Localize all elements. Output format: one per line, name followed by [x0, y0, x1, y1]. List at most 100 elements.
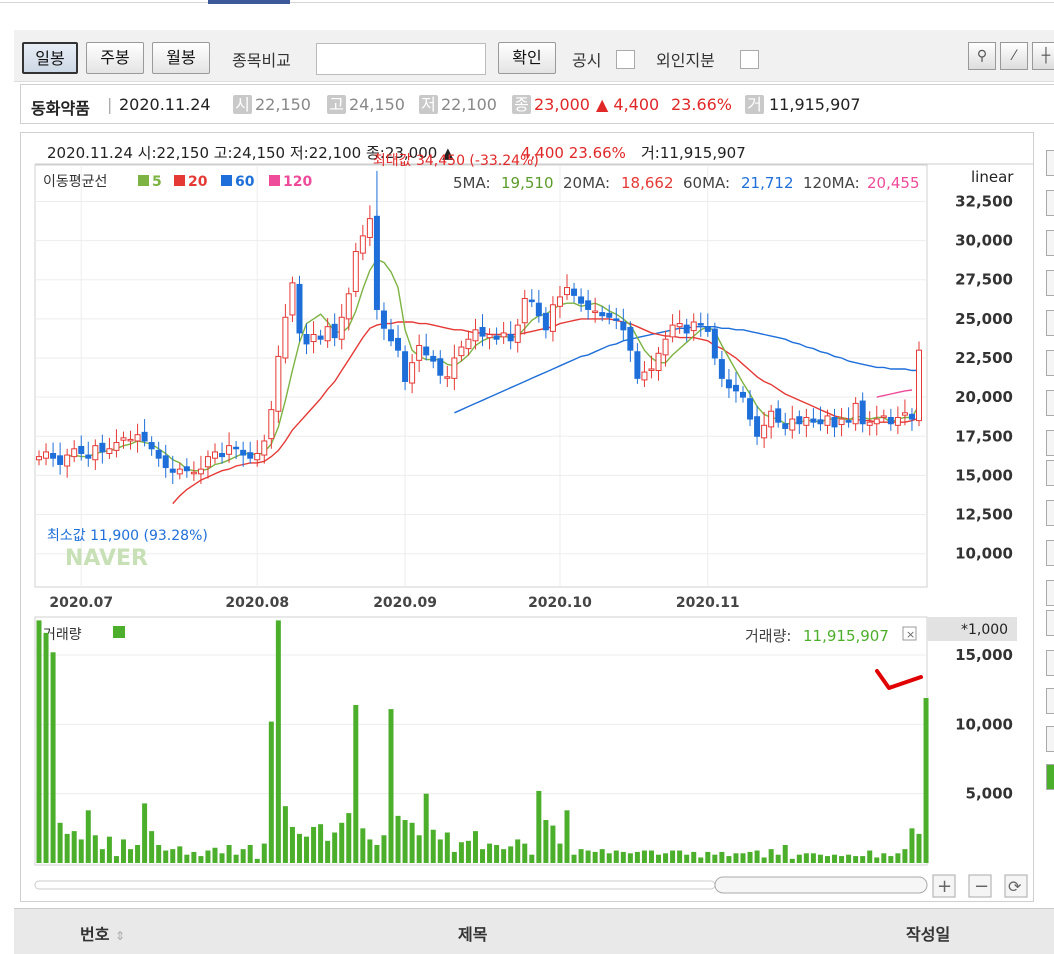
volume-bar: [142, 803, 148, 863]
foreign-checkbox[interactable]: [740, 50, 759, 69]
date-x-axis: 2020.07 2020.08 2020.09 2020.10 2020.11: [49, 595, 739, 611]
volume-bar: [670, 850, 676, 863]
volume-bar: [374, 844, 380, 863]
candle-up: [556, 296, 563, 307]
candle-up: [261, 440, 268, 456]
disclosure-label: 공시: [572, 51, 602, 70]
disclosure-checkbox[interactable]: [616, 50, 635, 69]
ma20-swatch: [174, 175, 185, 186]
rail-tool-11[interactable]: [1046, 540, 1054, 566]
separator: |: [107, 95, 113, 114]
rail-tool-1[interactable]: [1046, 150, 1054, 176]
volume-bar: [416, 835, 422, 863]
monthly-button[interactable]: 월봉: [152, 42, 210, 74]
volume-bar: [184, 854, 190, 863]
volume-bar: [268, 721, 274, 863]
volume-header-label: 거래량:: [745, 627, 791, 645]
volume-bar: [156, 844, 162, 863]
candle-up: [190, 471, 197, 475]
volume-bar: [57, 822, 63, 863]
volume-bar: [620, 851, 626, 863]
candle-up: [901, 412, 908, 416]
rail-tool-17[interactable]: [1046, 764, 1054, 790]
candle-up: [514, 324, 521, 343]
ma60-label: 60MA:: [683, 174, 730, 192]
daily-button[interactable]: 일봉: [22, 42, 78, 74]
candle-up: [549, 304, 556, 332]
compare-input[interactable]: [316, 43, 486, 75]
col-number[interactable]: 번호 ⇕: [80, 921, 125, 945]
volume-bar: [599, 849, 605, 863]
date-tick-label: 2020.09: [373, 595, 437, 611]
scroll-thumb[interactable]: [714, 876, 928, 894]
rail-tool-4[interactable]: [1046, 270, 1054, 296]
candle-up: [197, 468, 204, 475]
volume-bar: [346, 813, 352, 863]
rail-tool-10[interactable]: [1046, 500, 1054, 526]
right-toolbar: [1046, 140, 1054, 790]
sort-icon[interactable]: ⇕: [115, 929, 125, 943]
rail-tool-9[interactable]: [1046, 460, 1054, 486]
stock-chart[interactable]: 2020.11.24 시:22,150 고:24,150 저:22,100 종:…: [21, 133, 1033, 901]
rail-tool-14[interactable]: [1046, 650, 1054, 676]
ma20-label: 20MA:: [563, 174, 610, 192]
plus-icon: +: [937, 876, 952, 897]
candle-down: [542, 312, 549, 331]
rail-tool-15[interactable]: [1046, 688, 1054, 714]
ma5-swatch: [138, 175, 149, 186]
rail-tool-5[interactable]: [1046, 310, 1054, 336]
candle-up: [106, 448, 113, 454]
volume-bar: [212, 847, 218, 863]
chart-toolbar: 일봉 주봉 월봉 종목비교 확인 공시 외인지분 ⚲ ⁄ ┼: [14, 30, 1054, 82]
rail-tool-7[interactable]: [1046, 390, 1054, 416]
candle-down: [908, 413, 915, 420]
rail-tool-8[interactable]: [1046, 430, 1054, 456]
candle-down: [585, 300, 592, 310]
volume-bar: [733, 853, 739, 863]
volume-bar: [99, 849, 105, 863]
ma120-legend: 120: [283, 174, 312, 190]
volume-bar: [768, 849, 774, 863]
volume-bar: [691, 851, 697, 863]
change-pct: 23.66%: [671, 95, 733, 114]
volume-bar: [606, 853, 612, 863]
active-tab-indicator: [208, 0, 290, 4]
pin-icon[interactable]: ⚲: [968, 42, 996, 70]
candle-down: [704, 326, 711, 332]
volume-bar: [613, 850, 619, 863]
scale-label[interactable]: linear: [971, 168, 1014, 186]
rail-tool-16[interactable]: [1046, 726, 1054, 752]
candle-up: [894, 416, 901, 426]
col-date: 작성일: [906, 925, 951, 944]
candle-down: [317, 335, 324, 340]
volume-close-glyph: ×: [906, 628, 915, 641]
candle-up: [43, 451, 50, 459]
volume-bar: [261, 843, 267, 863]
draw-line-icon[interactable]: ⁄: [1000, 42, 1028, 70]
rail-tool-12[interactable]: [1046, 580, 1054, 606]
weekly-button[interactable]: 주봉: [86, 42, 144, 74]
crosshair-icon[interactable]: ┼: [1032, 42, 1054, 70]
rail-tool-3[interactable]: [1046, 230, 1054, 256]
candle-down: [395, 337, 402, 351]
volume-bar: [860, 856, 866, 863]
scroll-track[interactable]: [34, 880, 716, 890]
volume-bar: [233, 854, 239, 863]
candle-down: [507, 334, 514, 342]
volume-tick-label: 10,000: [955, 715, 1013, 733]
volume-bar: [543, 820, 549, 863]
volume-bar: [381, 835, 387, 863]
candle-up: [345, 293, 352, 320]
high-value: 24,150: [349, 95, 405, 114]
candle-down: [50, 452, 57, 459]
candle-up: [176, 468, 183, 475]
rail-tool-13[interactable]: [1046, 610, 1054, 636]
rail-tool-6[interactable]: [1046, 350, 1054, 376]
rail-tool-2[interactable]: [1046, 190, 1054, 216]
ma5-line: [67, 258, 920, 472]
confirm-button[interactable]: 확인: [498, 42, 556, 74]
volume-bars: [36, 620, 929, 863]
volume-bar: [564, 810, 570, 863]
candle-down: [845, 420, 852, 423]
candle-up: [564, 287, 570, 296]
